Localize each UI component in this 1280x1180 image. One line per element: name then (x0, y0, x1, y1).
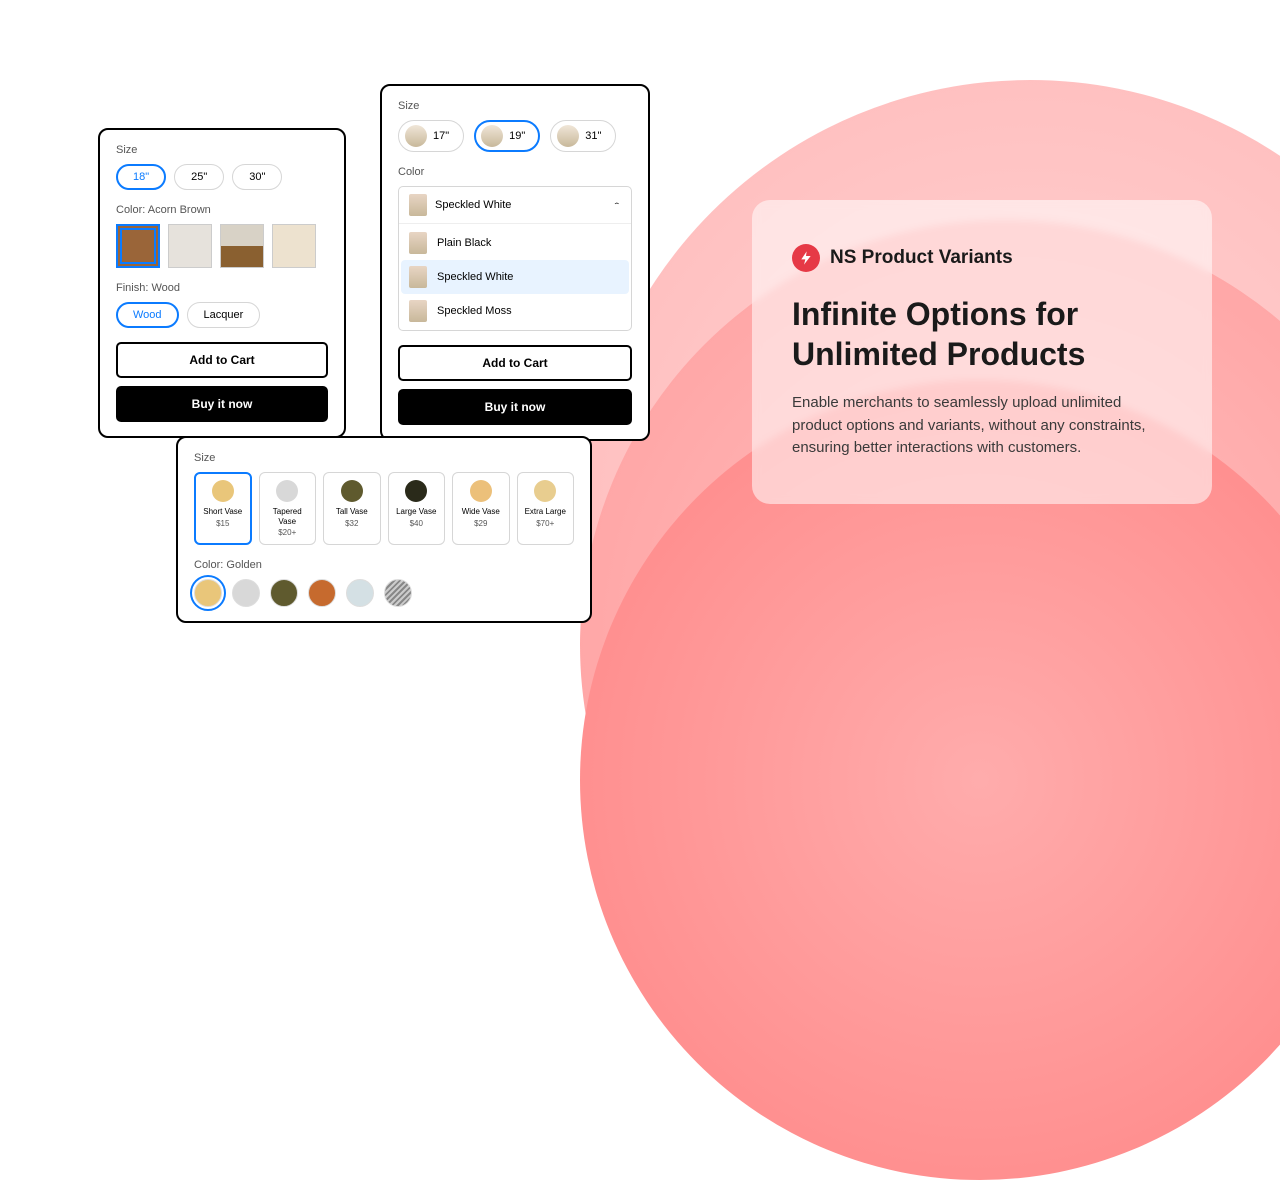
tile-thumb-icon (212, 480, 234, 502)
color-dot[interactable] (270, 579, 298, 607)
color-label: Color: Golden (194, 559, 574, 571)
size-value: 19" (509, 130, 525, 142)
tile-price: $40 (394, 519, 440, 528)
color-label: Color (398, 166, 632, 178)
color-dropdown: Speckled White ⌃ Plain Black Speckled Whi… (398, 186, 632, 331)
buy-now-button[interactable]: Buy it now (116, 386, 328, 422)
tile-price: $32 (329, 519, 375, 528)
dropdown-option[interactable]: Plain Black (401, 226, 629, 260)
size-option[interactable]: 19" (474, 120, 540, 152)
size-tile[interactable]: Tapered Vase $20+ (259, 472, 317, 545)
size-label: Size (116, 144, 328, 156)
swatch-thumb-icon (409, 194, 427, 216)
size-tile[interactable]: Short Vase $15 (194, 472, 252, 545)
tile-thumb-icon (341, 480, 363, 502)
color-swatch[interactable] (116, 224, 160, 268)
dropdown-option[interactable]: Speckled White (401, 260, 629, 294)
thumb-icon (557, 125, 579, 147)
add-to-cart-button[interactable]: Add to Cart (398, 345, 632, 381)
brand-name: NS Product Variants (830, 247, 1013, 269)
swatch-thumb-icon (409, 300, 427, 322)
tile-price: $20+ (265, 528, 311, 537)
variant-card-dropdown: Size 17" 19" 31" Color Speckled White ⌃ Pl… (380, 84, 650, 441)
chevron-up-icon: ⌃ (613, 202, 621, 209)
option-label: Plain Black (437, 237, 491, 249)
size-option[interactable]: 31" (550, 120, 616, 152)
thumb-icon (481, 125, 503, 147)
color-swatch[interactable] (272, 224, 316, 268)
color-swatch[interactable] (168, 224, 212, 268)
brand-row: NS Product Variants (792, 244, 1172, 272)
tile-thumb-icon (276, 480, 298, 502)
size-tile[interactable]: Extra Large $70+ (517, 472, 575, 545)
tile-price: $29 (458, 519, 504, 528)
size-pill[interactable]: 18" (116, 164, 166, 190)
color-dot[interactable] (384, 579, 412, 607)
variant-card-pills: Size 18" 25" 30" Color: Acorn Brown Finish… (98, 128, 346, 438)
tile-thumb-icon (534, 480, 556, 502)
size-tile[interactable]: Large Vase $40 (388, 472, 446, 545)
brand-bolt-icon (792, 244, 820, 272)
feature-panel: NS Product Variants Infinite Options for… (752, 200, 1212, 504)
tile-thumb-icon (470, 480, 492, 502)
tile-name: Wide Vase (458, 507, 504, 517)
dropdown-selected-value: Speckled White (435, 199, 511, 211)
dropdown-trigger[interactable]: Speckled White ⌃ (399, 187, 631, 223)
tile-name: Extra Large (523, 507, 569, 517)
size-value: 31" (585, 130, 601, 142)
color-dot[interactable] (308, 579, 336, 607)
feature-description: Enable merchants to seamlessly upload un… (792, 392, 1172, 460)
add-to-cart-button[interactable]: Add to Cart (116, 342, 328, 378)
tile-name: Short Vase (200, 507, 246, 517)
swatch-thumb-icon (409, 232, 427, 254)
variant-card-tiles: Size Short Vase $15 Tapered Vase $20+ Tall V… (176, 436, 592, 623)
tile-price: $15 (200, 519, 246, 528)
tile-name: Tall Vase (329, 507, 375, 517)
finish-label: Finish: Wood (116, 282, 328, 294)
size-tile[interactable]: Wide Vase $29 (452, 472, 510, 545)
size-value: 17" (433, 130, 449, 142)
size-option[interactable]: 17" (398, 120, 464, 152)
color-swatch[interactable] (220, 224, 264, 268)
thumb-icon (405, 125, 427, 147)
tile-price: $70+ (523, 519, 569, 528)
feature-headline: Infinite Options for Unlimited Products (792, 294, 1172, 374)
option-label: Speckled Moss (437, 305, 512, 317)
color-label: Color: Acorn Brown (116, 204, 328, 216)
option-label: Speckled White (437, 271, 513, 283)
tile-name: Large Vase (394, 507, 440, 517)
size-label: Size (194, 452, 574, 464)
size-pill[interactable]: 30" (232, 164, 282, 190)
finish-pill[interactable]: Wood (116, 302, 179, 328)
tile-thumb-icon (405, 480, 427, 502)
color-dot[interactable] (232, 579, 260, 607)
dropdown-option[interactable]: Speckled Moss (401, 294, 629, 328)
color-dot[interactable] (346, 579, 374, 607)
swatch-thumb-icon (409, 266, 427, 288)
tile-name: Tapered Vase (265, 507, 311, 526)
size-tile[interactable]: Tall Vase $32 (323, 472, 381, 545)
size-label: Size (398, 100, 632, 112)
size-pill[interactable]: 25" (174, 164, 224, 190)
buy-now-button[interactable]: Buy it now (398, 389, 632, 425)
finish-pill[interactable]: Lacquer (187, 302, 261, 328)
color-dot[interactable] (194, 579, 222, 607)
